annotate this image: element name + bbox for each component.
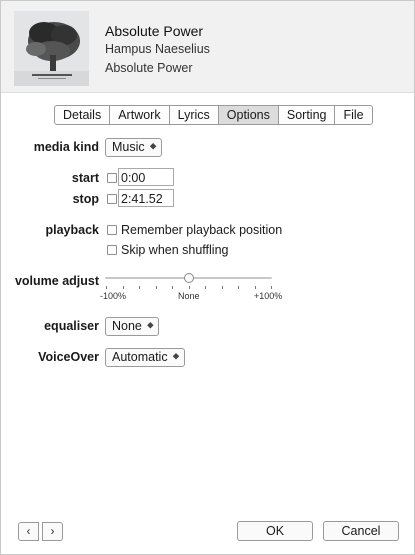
remember-position-label: Remember playback position: [121, 223, 283, 237]
stop-label: stop: [72, 192, 99, 206]
track-album: Absolute Power: [105, 61, 193, 75]
chevron-left-icon: ‹: [26, 524, 31, 538]
playback-label: playback: [45, 223, 99, 237]
volume-tick: [123, 286, 124, 289]
volume-tick: [106, 286, 107, 289]
volume-tick: [156, 286, 157, 289]
start-label: start: [71, 171, 99, 185]
chevron-updown-icon: ⯁: [146, 321, 154, 331]
volume-adjust-label: volume adjust: [14, 274, 99, 288]
media-kind-label: media kind: [33, 140, 99, 154]
equaliser-value: None: [112, 319, 142, 333]
chevron-right-icon: ›: [50, 524, 55, 538]
volume-tick: [271, 286, 272, 289]
track-artist: Hampus Naeselius: [105, 42, 210, 56]
volume-mid-label: None: [178, 291, 200, 301]
tab-file[interactable]: File: [335, 106, 371, 124]
skip-shuffling-checkbox[interactable]: [107, 245, 117, 255]
media-kind-select[interactable]: Music ⯁: [105, 138, 162, 157]
volume-tick: [205, 286, 206, 289]
song-info-window: Absolute Power Hampus Naeselius Absolute…: [0, 0, 415, 555]
volume-min-label: -100%: [100, 291, 127, 301]
media-kind-value: Music: [112, 140, 145, 154]
artwork-image: [14, 11, 89, 86]
tab-options[interactable]: Options: [218, 106, 279, 124]
equaliser-label: equaliser: [44, 319, 99, 333]
album-artwork: [14, 11, 89, 86]
tab-details[interactable]: Details: [55, 106, 111, 124]
skip-shuffling-label: Skip when shuffling: [121, 243, 229, 257]
next-track-button[interactable]: ›: [42, 522, 63, 541]
volume-tick: [238, 286, 239, 289]
cancel-button[interactable]: Cancel: [323, 521, 399, 541]
volume-tick: [172, 286, 173, 289]
start-field[interactable]: 0:00: [118, 168, 174, 186]
track-title: Absolute Power: [105, 23, 204, 39]
chevron-updown-icon: ⯁: [172, 352, 180, 362]
previous-track-button[interactable]: ‹: [18, 522, 39, 541]
chevron-updown-icon: ⯁: [149, 142, 157, 152]
stop-field[interactable]: 2:41.52: [118, 189, 174, 207]
equaliser-select[interactable]: None ⯁: [105, 317, 159, 336]
volume-tick: [255, 286, 256, 289]
voiceover-value: Automatic: [112, 350, 168, 364]
tab-bar: Details Artwork Lyrics Options Sorting F…: [54, 105, 373, 125]
volume-tick: [139, 286, 140, 289]
start-checkbox[interactable]: [107, 173, 117, 183]
track-header: Absolute Power Hampus Naeselius Absolute…: [1, 1, 414, 93]
volume-tick: [189, 286, 190, 289]
volume-slider-thumb[interactable]: [183, 273, 194, 283]
tab-sorting[interactable]: Sorting: [279, 106, 336, 124]
remember-position-checkbox[interactable]: [107, 225, 117, 235]
voiceover-label: VoiceOver: [38, 350, 99, 364]
volume-tick: [222, 286, 223, 289]
voiceover-select[interactable]: Automatic ⯁: [105, 348, 185, 367]
tab-artwork[interactable]: Artwork: [110, 106, 170, 124]
ok-button[interactable]: OK: [237, 521, 313, 541]
tab-lyrics[interactable]: Lyrics: [170, 106, 219, 124]
stop-checkbox[interactable]: [107, 194, 117, 204]
volume-max-label: +100%: [254, 291, 283, 301]
